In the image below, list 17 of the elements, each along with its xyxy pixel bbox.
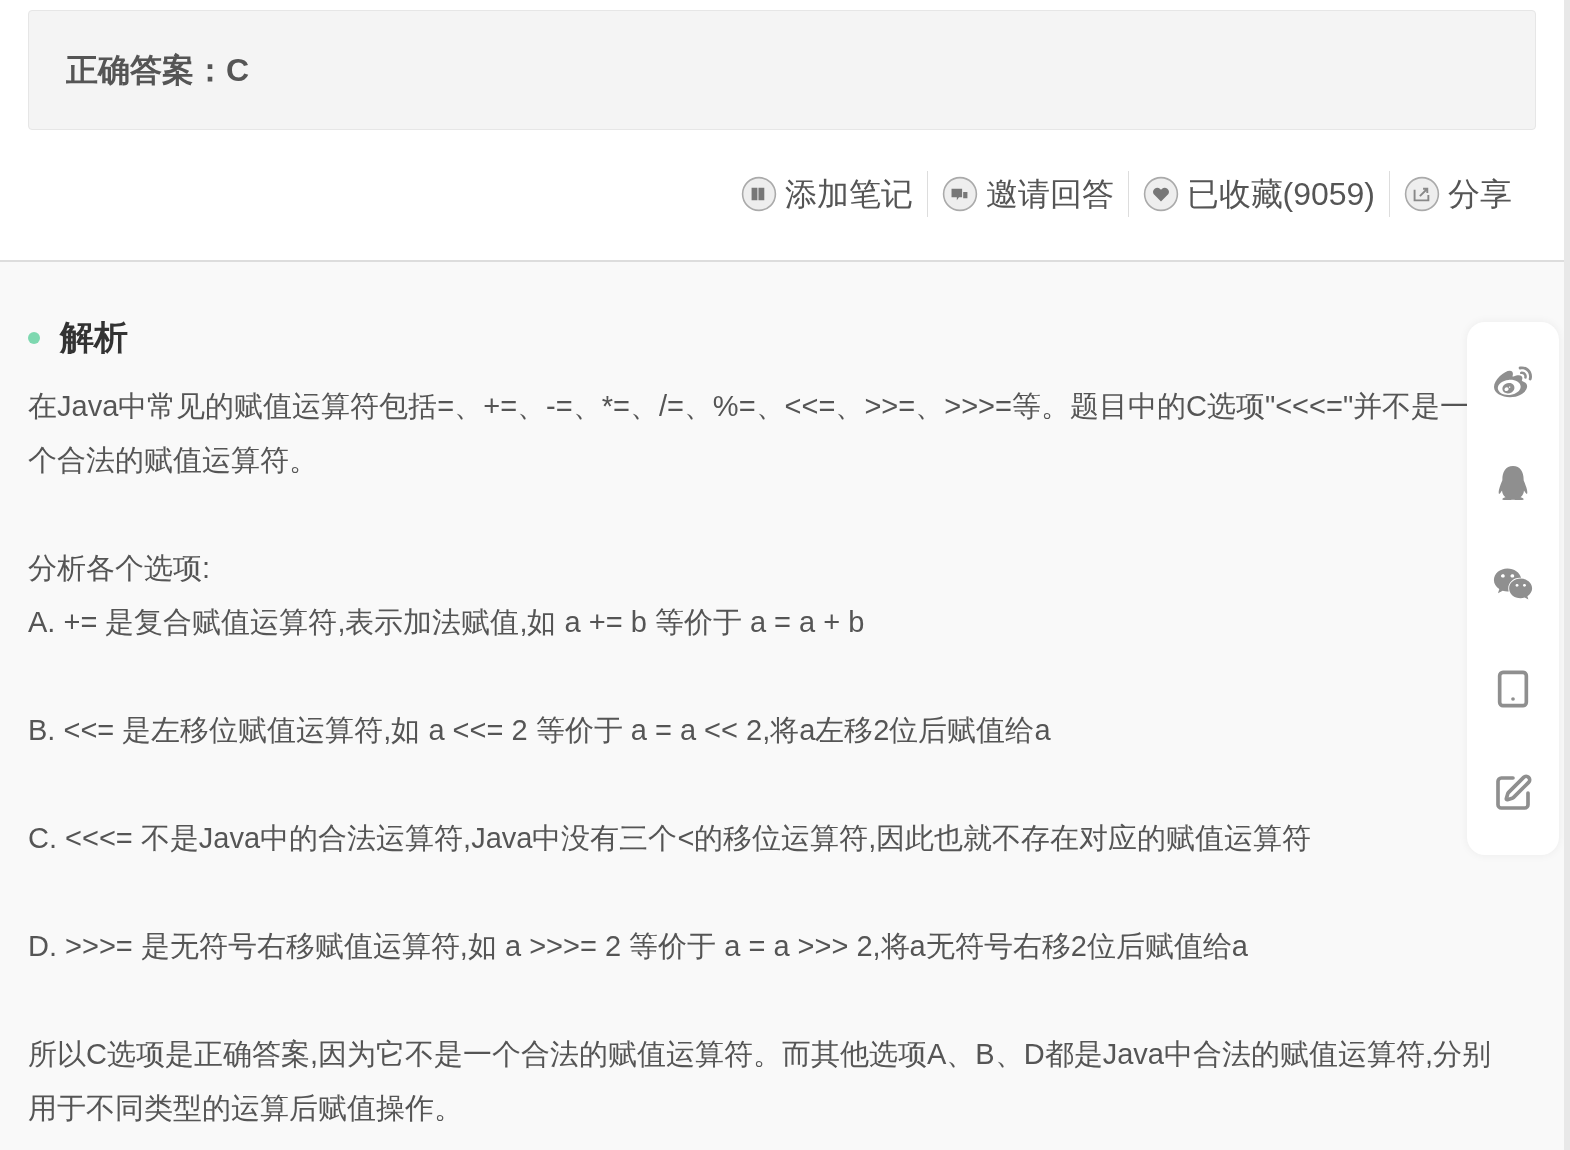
share-icon <box>1404 176 1440 212</box>
action-link[interactable]: 邀请回答 <box>941 170 1114 218</box>
explanation-paragraph: D. >>>= 是无符号右移赋值运算符,如 a >>>= 2 等价于 a = a >>> 2,将a无符号右移2位后赋值给a <box>28 929 1249 964</box>
chat-icon <box>941 176 978 212</box>
explanation-paragraph: B. <<= 是左移位赋值运算符,如 a <<= 2 等价于 a = a << 2,将a左移2位后赋值给a <box>28 713 1052 748</box>
explanation-paragraph: C. <<<= 不是Java中的合法运算符,Java中没有三个<的移位运算符,因此也就不存在对应的赋值运算符 <box>28 821 1313 856</box>
action-link[interactable]: 已收藏(9059) <box>1142 170 1375 218</box>
action-link[interactable]: 添加笔记 <box>740 170 913 218</box>
section-title: 解析 <box>60 317 128 358</box>
edit-icon[interactable] <box>1493 772 1533 813</box>
explanation-paragraph: 在Java中常见的赋值运算符包括=、+=、-=、*=、/=、%=、<<=、>>=、>>>=等。题目中的C选项"<<<="并不是一个合法的赋值运算符。 <box>28 389 1471 478</box>
explanation-paragraph: 分析各个选项: <box>28 551 212 586</box>
correct-answer: 正确答案：C <box>66 51 250 90</box>
penguin-icon[interactable] <box>1496 466 1530 501</box>
explanation-paragraph: 所以C选项是正确答案,因为它不是一个合法的赋值运算符。而其他选项A、B、D都是Java中合法的赋值运算符,分别用于不同类型的运算后赋值操作。 <box>28 1037 1492 1126</box>
action-link[interactable]: 分享 <box>1404 170 1512 218</box>
explanation-paragraph: A. += 是复合赋值运算符,表示加法赋值,如 a += b 等价于 a = a + b <box>28 605 866 640</box>
